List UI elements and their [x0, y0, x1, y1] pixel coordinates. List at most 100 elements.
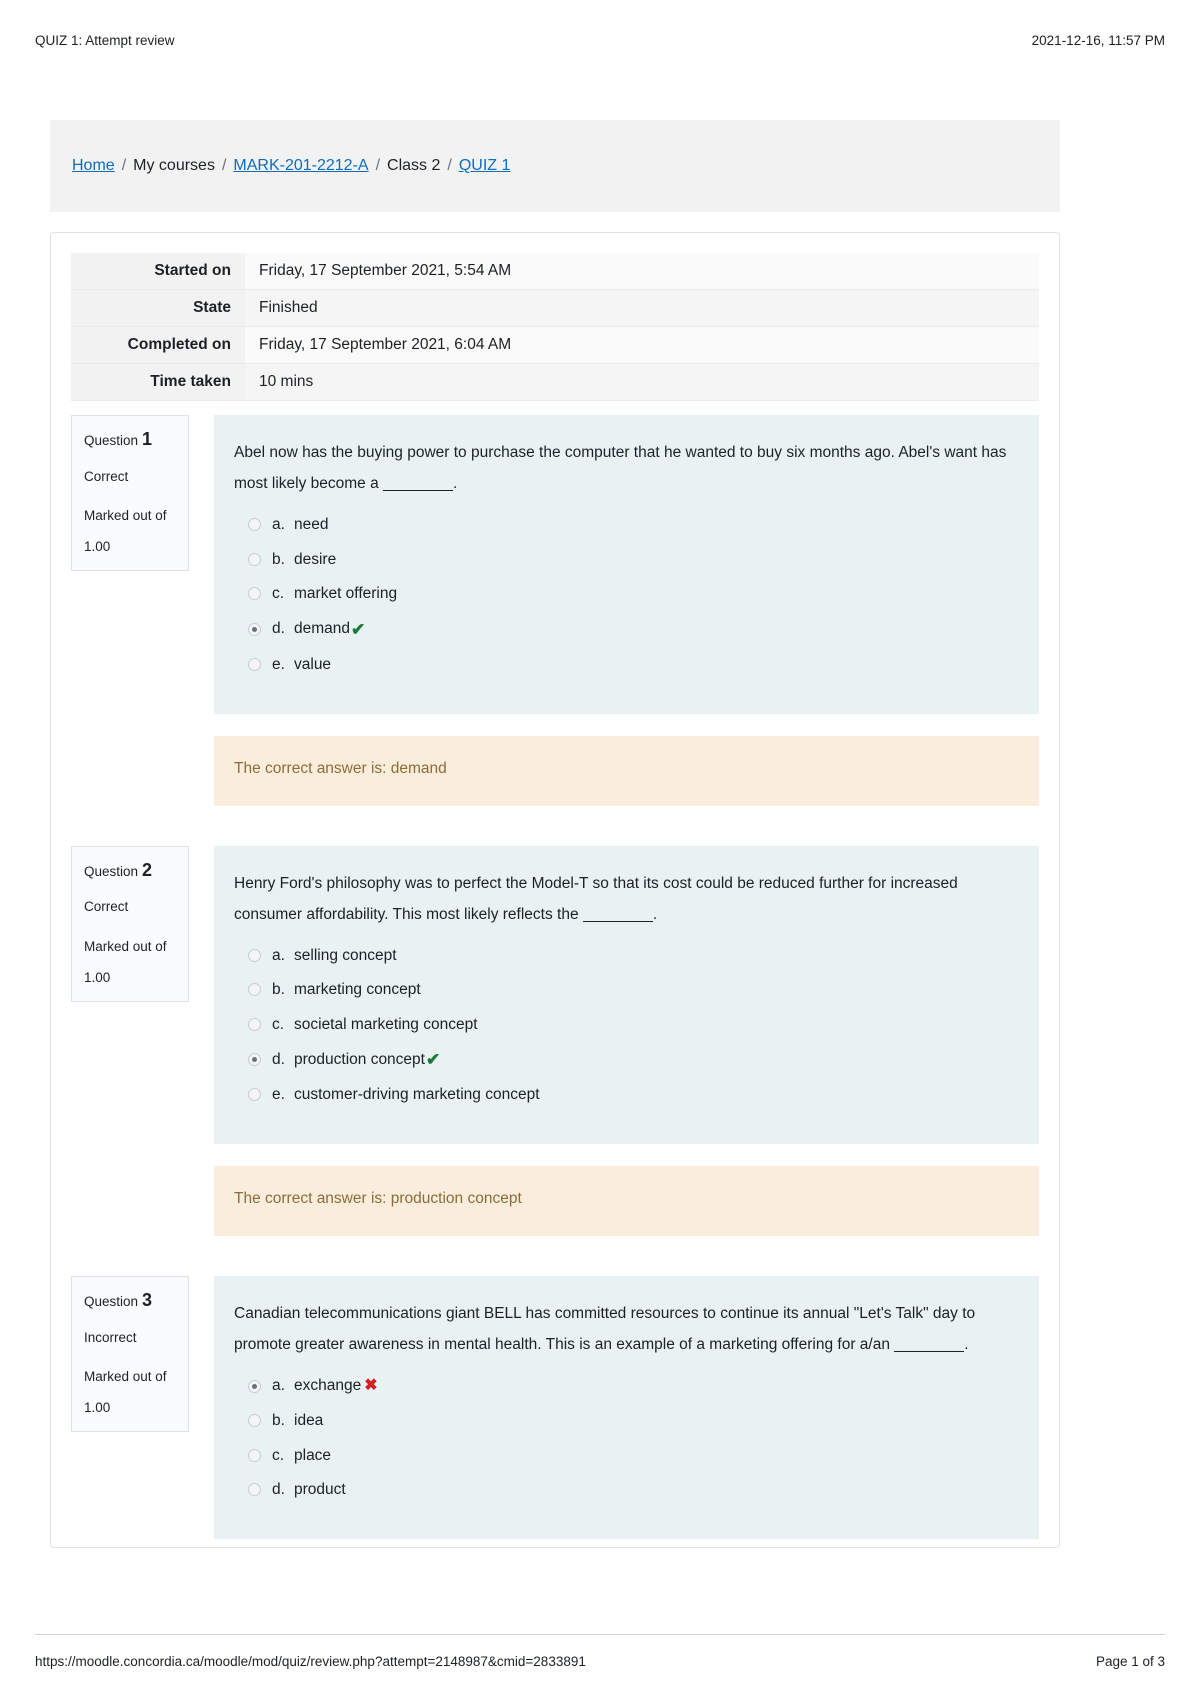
question-info-box: Question 2 Correct Marked out of 1.00 [71, 845, 189, 1002]
question-state: Correct [84, 468, 129, 484]
marked-out-of-label: Marked out of [84, 938, 167, 954]
answer-letter: a. [272, 946, 285, 964]
answer-option[interactable]: c. societal marketing concept [248, 1015, 1019, 1033]
radio-button-icon[interactable] [248, 657, 261, 671]
summary-value: 10 mins [245, 363, 1039, 401]
attempt-review-card: Started on Friday, 17 September 2021, 5:5… [50, 232, 1060, 1548]
answer-text: exchange [294, 1377, 362, 1395]
summary-label: Started on [71, 253, 245, 290]
radio-button-icon[interactable] [248, 1414, 261, 1428]
answer-letter: a. [272, 516, 285, 533]
fill-in-blank [383, 490, 454, 491]
question-spacer [71, 1244, 1039, 1276]
radio-button-icon[interactable] [248, 1088, 261, 1102]
answer-letter: e. [272, 1086, 285, 1103]
question-grade: 1.00 [84, 969, 111, 985]
answer-letter: d. [272, 620, 285, 638]
print-footer-page: Page 1 of 3 [1095, 1653, 1165, 1669]
breadcrumb-item-my-courses: My courses [133, 157, 215, 174]
correct-answer-feedback: The correct answer is: production concep… [214, 1166, 1039, 1236]
breadcrumb-item-mark-201-2212-a[interactable]: MARK-201-2212-A [233, 157, 368, 174]
answer-text: marketing concept [294, 981, 421, 998]
radio-button-icon[interactable] [248, 622, 261, 636]
answer-letter: b. [272, 1412, 285, 1429]
radio-button-icon[interactable] [248, 948, 261, 962]
radio-button-icon[interactable] [248, 1483, 261, 1497]
summary-value: Finished [245, 289, 1039, 327]
answer-letter: e. [272, 655, 285, 673]
footer-divider [35, 1634, 1165, 1635]
question-content: Henry Ford's philosophy was to perfect t… [214, 845, 1039, 1144]
print-header-date: 2021-12-16, 11:57 PM [1031, 32, 1165, 48]
attempt-summary-table: Started on Friday, 17 September 2021, 5:5… [71, 253, 1039, 401]
breadcrumb-item-home[interactable]: Home [72, 157, 115, 174]
question-content: Abel now has the buying power to purchas… [214, 415, 1039, 714]
answer-options-list: a. selling concept b. marketing concept c. so… [234, 946, 1019, 1103]
radio-button-icon[interactable] [248, 1017, 261, 1031]
breadcrumb-item-quiz-1[interactable]: QUIZ 1 [459, 157, 511, 174]
incorrect-cross-icon: ✖ [364, 1377, 378, 1394]
answer-option[interactable]: c. place [248, 1447, 1019, 1464]
answer-option[interactable]: b. idea [248, 1413, 1019, 1429]
answer-option[interactable]: e. value [248, 655, 1019, 673]
answer-text: idea [294, 1412, 324, 1429]
question-number: 2 [142, 859, 153, 880]
fill-in-blank [582, 920, 653, 922]
question-spacer [71, 814, 1039, 846]
question-info-box: Question 1 Correct Marked out of 1.00 [71, 415, 189, 572]
question-number-line: Question 3 [84, 1291, 176, 1310]
answer-option[interactable]: a. selling concept [248, 946, 1019, 964]
radio-button-icon[interactable] [248, 1053, 261, 1066]
breadcrumb-item-class-2: Class 2 [387, 157, 441, 174]
question-text: Abel now has the buying power to purchas… [234, 444, 1007, 492]
print-footer: https://moodle.concordia.ca/moodle/mod/q… [35, 1651, 1165, 1671]
question-info-box: Question 3 Incorrect Marked out of 1.00 [71, 1276, 189, 1433]
print-footer-url: https://moodle.concordia.ca/moodle/mod/q… [35, 1653, 586, 1669]
question-label: Question [84, 1294, 139, 1309]
radio-button-icon[interactable] [248, 552, 261, 566]
answer-text: demand [294, 620, 351, 638]
radio-button-icon[interactable] [248, 518, 261, 532]
answer-option[interactable]: d. demand ✔ [248, 621, 1019, 638]
answer-letter: b. [272, 981, 285, 998]
summary-label: State [71, 289, 245, 327]
answer-option[interactable]: e. customer-driving marketing concept [248, 1087, 1019, 1103]
question-body: Abel now has the buying power to purchas… [214, 415, 1039, 806]
fill-in-blank [894, 1351, 965, 1352]
question-number-line: Question 2 [84, 859, 176, 880]
radio-button-icon[interactable] [248, 983, 261, 997]
summary-value: Friday, 17 September 2021, 5:54 AM [245, 253, 1039, 290]
summary-row: Completed on Friday, 17 September 2021, 6… [71, 326, 1039, 364]
question-label: Question [84, 433, 139, 448]
question-state: Correct [84, 899, 129, 915]
summary-label: Completed on [71, 326, 245, 364]
question-text: Henry Ford's philosophy was to perfect t… [234, 874, 958, 923]
radio-button-icon[interactable] [248, 587, 261, 601]
breadcrumb: Home / My courses / MARK-201-2212-A / Class 2 /… [50, 120, 1060, 212]
answer-text: societal marketing concept [294, 1015, 478, 1033]
answer-option[interactable]: b. marketing concept [248, 982, 1019, 998]
answer-option[interactable]: c. market offering [248, 586, 1019, 602]
summary-row: State Finished [71, 289, 1039, 327]
print-header-title: QUIZ 1: Attempt review [35, 32, 175, 48]
answer-letter: c. [272, 1015, 285, 1033]
question-body: Henry Ford's philosophy was to perfect t… [214, 845, 1039, 1236]
answer-option[interactable]: a. exchange ✖ [248, 1378, 1019, 1394]
answer-text: value [294, 655, 332, 673]
answer-letter: a. [272, 1377, 285, 1395]
question-block: Question 3 Incorrect Marked out of 1.00 Canad… [71, 1276, 1039, 1539]
question-block: Question 2 Correct Marked out of 1.00 Henry F… [71, 845, 1039, 1236]
answer-option[interactable]: b. desire [248, 551, 1019, 568]
correct-check-icon: ✔ [425, 1050, 441, 1069]
correct-answer-feedback: The correct answer is: demand [214, 735, 1039, 806]
marked-out-of-label: Marked out of [84, 508, 167, 524]
breadcrumb-separator: / [375, 157, 381, 174]
question-block: Question 1 Correct Marked out of 1.00 Abel no… [71, 415, 1039, 806]
radio-button-icon[interactable] [248, 1379, 261, 1393]
answer-option[interactable]: d. product [248, 1482, 1019, 1498]
answer-option[interactable]: d. production concept ✔ [248, 1051, 1019, 1068]
answer-option[interactable]: a. need [248, 517, 1019, 533]
answer-letter: d. [272, 1481, 285, 1498]
radio-button-icon[interactable] [248, 1448, 261, 1462]
answer-text: product [294, 1481, 346, 1498]
